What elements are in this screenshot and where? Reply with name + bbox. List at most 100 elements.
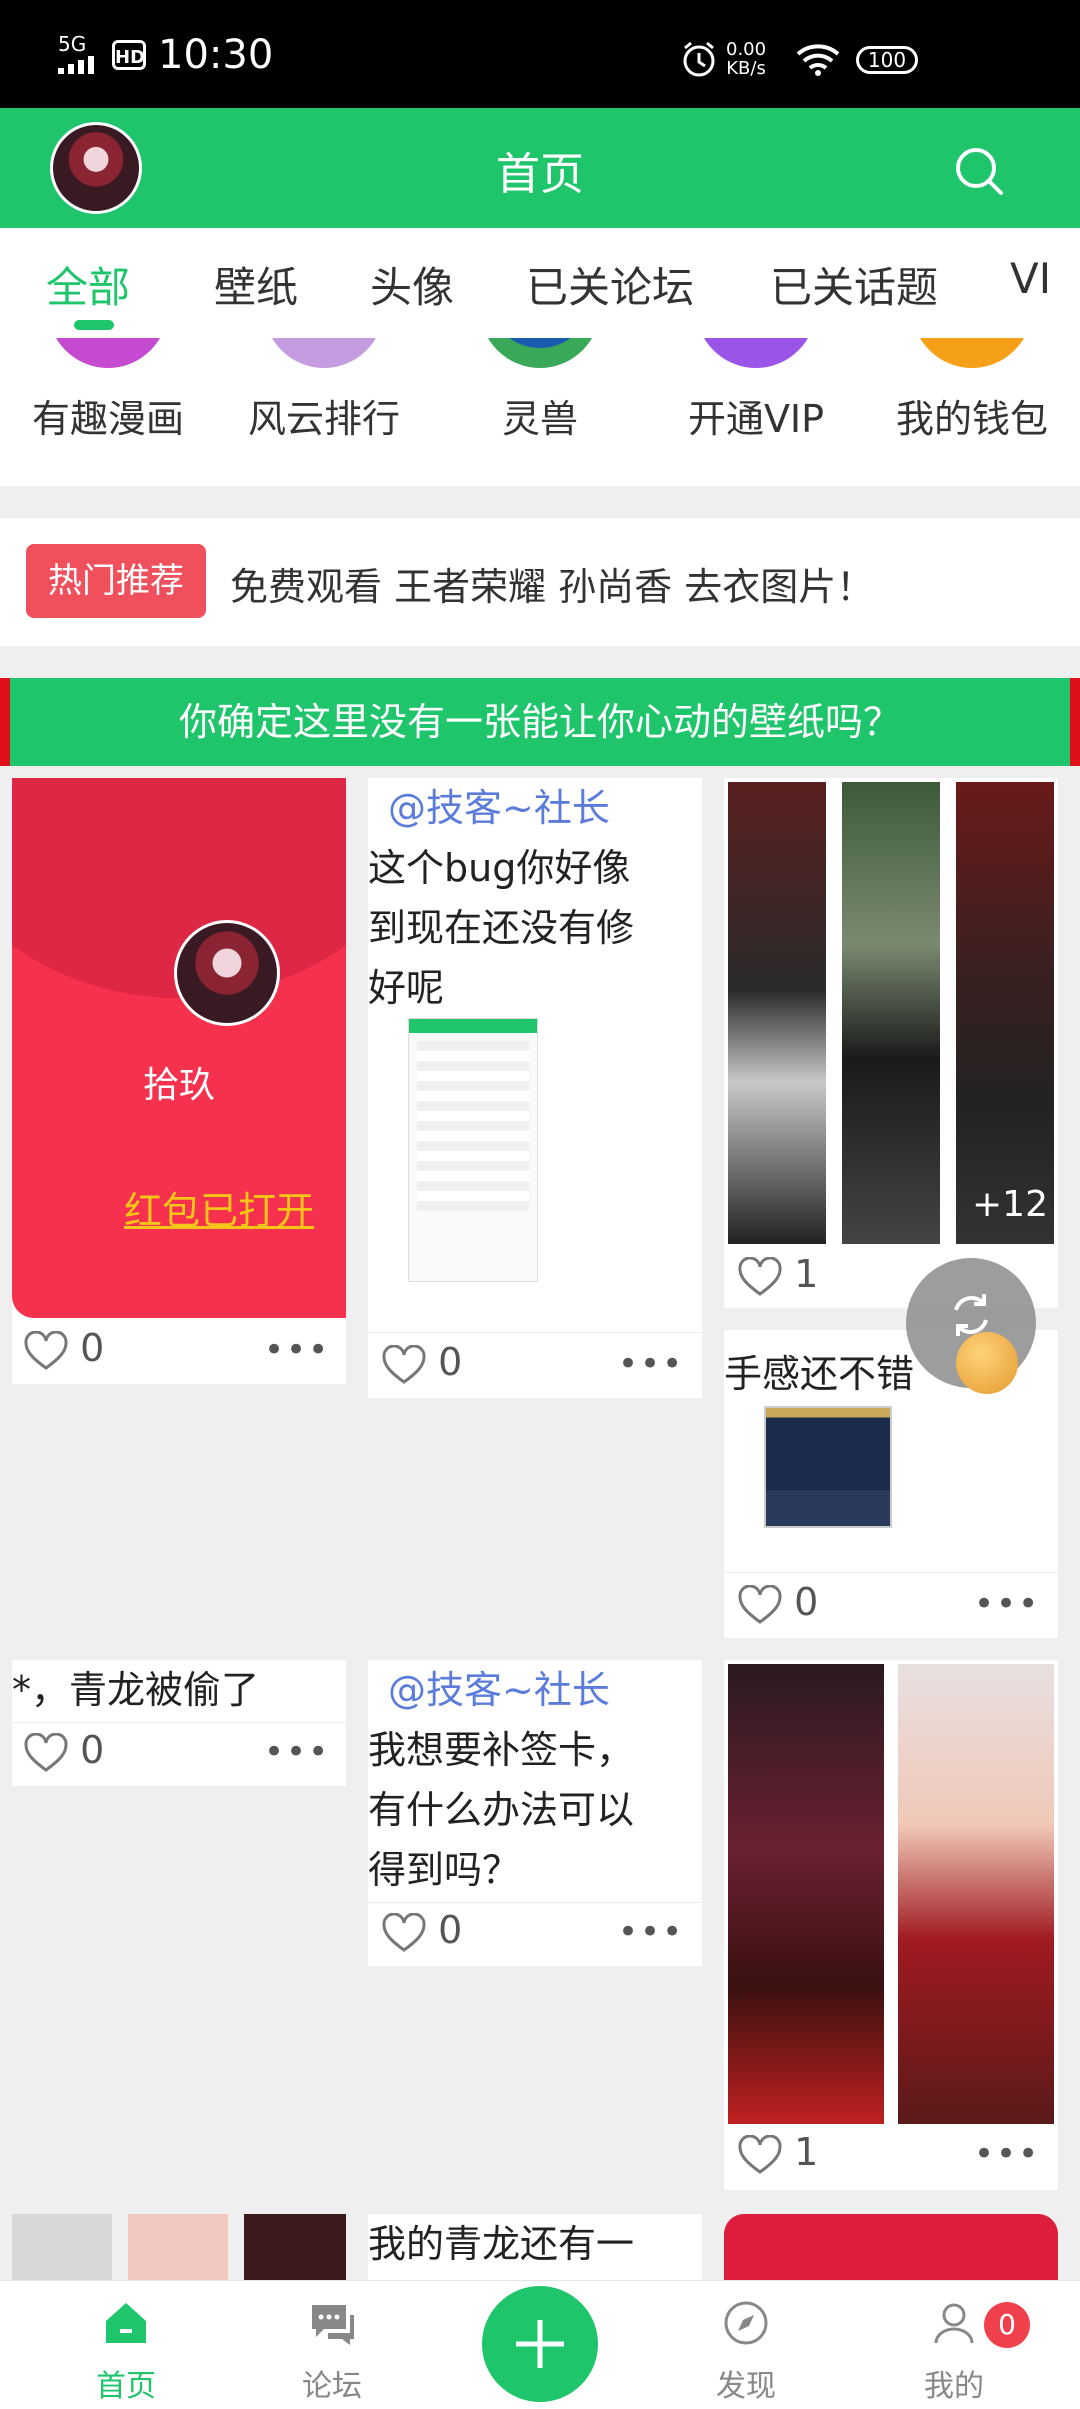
tab-avatar[interactable]: 头像 <box>370 254 454 315</box>
tab-followed-forums[interactable]: 已关论坛 <box>526 254 694 315</box>
heart-icon <box>738 1256 782 1296</box>
more-icon[interactable]: ••• <box>264 1330 330 1370</box>
post-text-line: 有什么办法可以 <box>368 1788 635 1832</box>
divider <box>12 1722 346 1723</box>
like-count: 0 <box>794 1580 819 1624</box>
post-text-line: 得到吗？ <box>368 1848 521 1892</box>
mention[interactable]: @技客~社长 <box>388 778 610 838</box>
nav-label: 论坛 <box>302 2369 362 2404</box>
like-button[interactable]: 0 <box>382 1908 462 1953</box>
quick-link-label: 灵兽 <box>501 397 578 441</box>
heart-icon <box>382 1912 426 1952</box>
red-packet-card[interactable] <box>724 2214 1058 2280</box>
post-card[interactable]: @技客~社长 我想要补签卡， 有什么办法可以 得到吗？ 0 ••• <box>368 1660 702 1966</box>
more-icon[interactable]: ••• <box>618 1912 684 1952</box>
tab-all[interactable]: 全部 <box>46 254 130 315</box>
red-packet-status[interactable]: 红包已打开 <box>124 1180 314 1235</box>
gallery-image[interactable] <box>898 1664 1054 2124</box>
nav-label: 我的 <box>924 2369 984 2404</box>
like-count: 1 <box>794 2130 819 2174</box>
clock: 10:30 <box>158 32 274 78</box>
more-icon[interactable]: ••• <box>618 1344 684 1384</box>
quick-link-comics[interactable]: 有趣漫画 <box>0 338 216 486</box>
heart-icon <box>738 2134 782 2174</box>
post-text: 手感还不错 <box>724 1352 915 1396</box>
status-bar: 5G HD 10:30 0.00 KB/s 100 <box>0 0 1080 108</box>
search-icon[interactable] <box>950 142 1010 202</box>
network-type: 5G <box>58 32 87 56</box>
quick-link-spirit-beast[interactable]: 灵兽 <box>432 338 648 486</box>
wallpaper-banner[interactable]: 你确定这里没有一张能让你心动的壁纸吗？ <box>0 678 1080 766</box>
like-count: 0 <box>80 1326 105 1370</box>
like-button[interactable]: 1 <box>738 1252 818 1297</box>
quick-links: 有趣漫画 风云排行 灵兽 开通VIP 我的钱包 <box>0 338 1080 486</box>
hot-text[interactable]: 免费观看 王者荣耀 孙尚香 去衣图片！ <box>230 556 874 611</box>
like-count: 0 <box>80 1728 105 1772</box>
quick-link-label: 开通VIP <box>687 397 825 441</box>
speed-unit: KB/s <box>726 58 766 79</box>
comics-icon <box>48 338 168 368</box>
post-text-line: 到现在还没有修 <box>368 906 635 950</box>
nav-label: 首页 <box>96 2369 156 2404</box>
heart-icon <box>24 1330 68 1370</box>
like-button[interactable]: 0 <box>24 1728 104 1773</box>
gallery-image[interactable] <box>728 782 826 1244</box>
battery-indicator: 100 <box>856 46 918 74</box>
spirit-beast-icon <box>480 338 600 368</box>
more-images-count: +12 <box>972 1184 1048 1225</box>
nav-label: 发现 <box>716 2369 776 2404</box>
network-speed: 0.00 KB/s <box>726 40 766 78</box>
gallery-image[interactable] <box>956 782 1054 1244</box>
hd-icon: HD <box>112 40 146 70</box>
speed-value: 0.00 <box>726 39 767 60</box>
image-post-card[interactable] <box>12 2214 346 2280</box>
gallery-image[interactable] <box>728 1664 884 2124</box>
more-icon[interactable]: ••• <box>264 1732 330 1772</box>
notification-badge: 0 <box>984 2302 1030 2348</box>
quick-link-wallet[interactable]: 我的钱包 <box>864 338 1080 486</box>
post-image <box>128 2214 228 2280</box>
post-card[interactable]: 我的青龙还有一 <box>368 2214 702 2280</box>
hot-recommend[interactable]: 热门推荐 免费观看 王者荣耀 孙尚香 去衣图片！ <box>0 518 1080 646</box>
post-card[interactable]: @技客~社长 这个bug你好像 到现在还没有修 好呢 0 ••• <box>368 778 702 1398</box>
nav-home[interactable]: 首页 <box>56 2281 196 2409</box>
like-count: 0 <box>438 1340 463 1384</box>
add-post-button[interactable] <box>482 2286 598 2402</box>
like-button[interactable]: 1 <box>738 2130 818 2175</box>
tab-followed-topics[interactable]: 已关话题 <box>770 254 938 315</box>
sender-name: 拾玖 <box>142 1065 215 1106</box>
red-packet-card[interactable]: 拾玖 红包已打开 0 ••• <box>12 778 346 1384</box>
nav-discover[interactable]: 发现 <box>676 2281 816 2409</box>
post-image <box>764 1406 892 1528</box>
ranking-icon <box>264 338 384 368</box>
plus-icon <box>516 2320 564 2368</box>
tab-indicator <box>74 320 114 330</box>
mention[interactable]: @技客~社长 <box>388 1660 610 1720</box>
like-button[interactable]: 0 <box>382 1340 462 1385</box>
signal-icon <box>58 56 94 74</box>
heart-icon <box>24 1732 68 1772</box>
quick-link-vip[interactable]: 开通VIP <box>648 338 864 486</box>
post-image <box>12 2214 112 2280</box>
more-icon[interactable]: ••• <box>974 2134 1040 2174</box>
gallery-card[interactable]: +12 1 <box>724 778 1058 1308</box>
post-text-line: 我想要补签卡， <box>368 1728 635 1772</box>
more-icon[interactable]: ••• <box>974 1584 1040 1624</box>
post-card[interactable]: *，青龙被偷了 0 ••• <box>12 1660 346 1786</box>
like-button[interactable]: 0 <box>738 1580 818 1625</box>
gallery-card[interactable]: 1 ••• <box>724 1660 1058 2190</box>
like-count: 0 <box>438 1908 463 1952</box>
gallery-image[interactable] <box>842 782 940 1244</box>
post-text-line: 这个bug你好像 <box>368 846 631 890</box>
tab-vip[interactable]: VI <box>1010 254 1051 303</box>
nav-forum[interactable]: 论坛 <box>262 2281 402 2409</box>
sender-avatar <box>174 920 280 1026</box>
like-count: 1 <box>794 1252 819 1296</box>
like-button[interactable]: 0 <box>24 1326 104 1371</box>
tab-wallpaper[interactable]: 壁纸 <box>214 254 298 315</box>
vip-icon <box>696 338 816 368</box>
quick-link-ranking[interactable]: 风云排行 <box>216 338 432 486</box>
smiley-icon[interactable] <box>956 1332 1018 1394</box>
post-text: *，青龙被偷了 <box>12 1668 260 1712</box>
quick-link-label: 风云排行 <box>247 397 400 441</box>
